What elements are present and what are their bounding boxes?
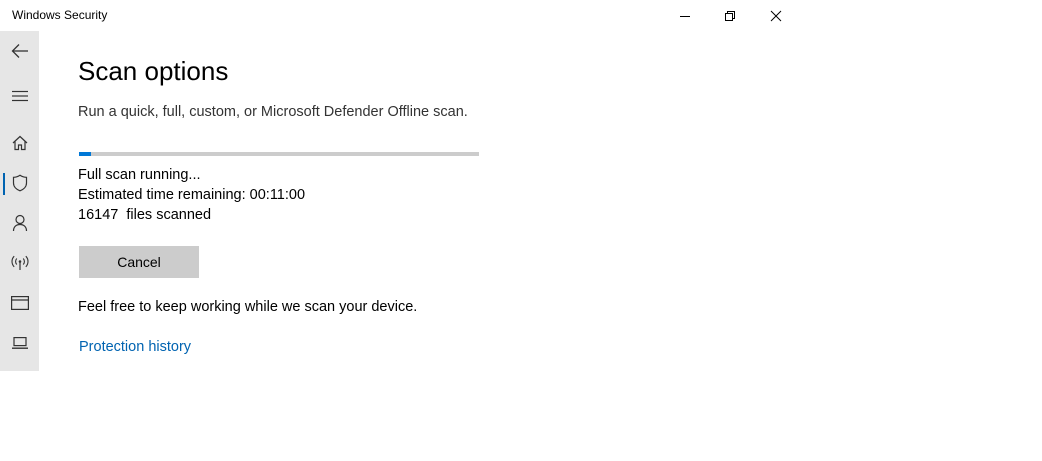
page-title: Scan options: [78, 56, 229, 86]
files-scanned-label: files scanned: [126, 207, 212, 223]
windows-security-window: Windows Security Scan options Run a quic…: [0, 0, 1042, 461]
home-icon: [12, 135, 27, 151]
window-title: Windows Security: [12, 8, 108, 22]
scan-progress-bar: [79, 152, 479, 156]
app-browser-icon: [10, 296, 29, 310]
scan-status-text: Full scan running...: [78, 167, 201, 183]
wireless-icon: [10, 255, 29, 270]
time-remaining-value: 00:11:00: [249, 187, 306, 203]
nav-home[interactable]: [0, 123, 39, 163]
back-arrow-icon: [11, 44, 28, 58]
title-bar: Windows Security: [0, 0, 800, 31]
page-subtitle: Run a quick, full, custom, or Microsoft …: [78, 104, 468, 120]
minimize-icon: [680, 15, 690, 17]
minimize-button[interactable]: [662, 0, 708, 31]
nav-firewall-network[interactable]: [0, 243, 39, 283]
nav-device-security[interactable]: [0, 323, 39, 363]
close-icon: [770, 10, 782, 21]
files-scanned-count: 16147: [78, 207, 119, 223]
time-remaining-line: Estimated time remaining: 00:11:00: [78, 187, 305, 203]
protection-history-link[interactable]: Protection history: [79, 339, 191, 355]
nav-account-protection[interactable]: [0, 203, 39, 243]
keep-working-text: Feel free to keep working while we scan …: [78, 299, 418, 315]
laptop-icon: [11, 337, 28, 349]
nav-app-browser-control[interactable]: [0, 283, 39, 323]
scan-progress-fill: [79, 152, 91, 156]
restore-button[interactable]: [707, 0, 753, 31]
cancel-button[interactable]: Cancel: [79, 246, 199, 278]
menu-button[interactable]: [0, 76, 39, 116]
nav-virus-threat-protection[interactable]: [0, 163, 39, 203]
files-scanned-line: 16147 files scanned: [78, 207, 211, 223]
navigation-sidebar: [0, 31, 39, 371]
close-button[interactable]: [753, 0, 799, 31]
restore-icon: [725, 10, 735, 21]
hamburger-menu-icon: [11, 90, 28, 102]
back-button[interactable]: [0, 31, 39, 71]
person-icon: [12, 214, 27, 232]
shield-icon: [12, 174, 27, 192]
selected-indicator: [3, 173, 5, 195]
time-remaining-label: Estimated time remaining:: [78, 187, 246, 203]
